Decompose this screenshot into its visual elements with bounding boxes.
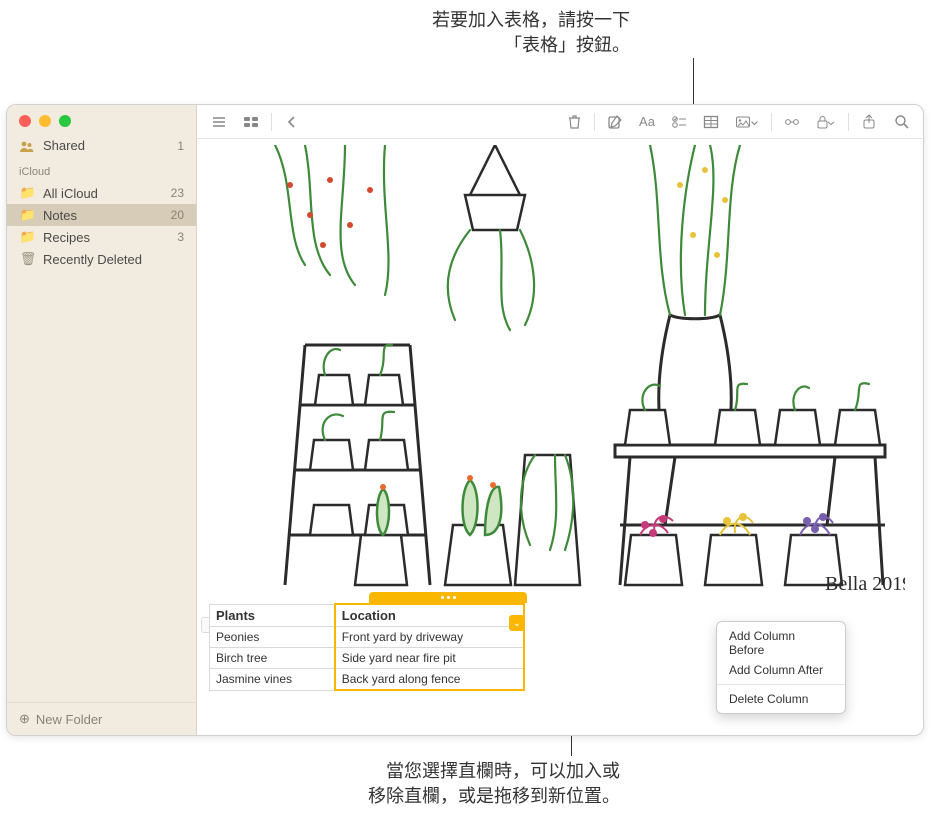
folder-icon: 📁: [19, 229, 37, 245]
toolbar: Aa: [197, 105, 923, 139]
sidebar-item-label: All iCloud: [43, 186, 171, 201]
notes-window: Shared 1 iCloud 📁 All iCloud 23 📁 Notes …: [6, 104, 924, 736]
sidebar-section-header: iCloud: [7, 156, 196, 182]
menu-item-delete-column[interactable]: Delete Column: [717, 689, 845, 709]
svg-text:Bella 2019: Bella 2019: [825, 573, 905, 595]
menu-item-add-column-after[interactable]: Add Column After: [717, 660, 845, 680]
table-cell[interactable]: Peonies: [210, 627, 335, 648]
sidebar-item-label: Shared: [43, 138, 177, 153]
lock-button[interactable]: [810, 110, 842, 134]
delete-button[interactable]: [560, 110, 588, 134]
sidebar-item-label: Notes: [43, 208, 171, 223]
sidebar-item-label: Recently Deleted: [43, 252, 184, 267]
sidebar-item-count: 23: [171, 186, 184, 200]
table-cell[interactable]: Back yard along fence: [335, 669, 524, 691]
table-row: Plants Location: [210, 604, 525, 627]
back-button[interactable]: [278, 110, 306, 134]
minimize-icon[interactable]: [39, 115, 51, 127]
plus-circle-icon: ⊕: [19, 711, 30, 727]
media-button[interactable]: [729, 110, 765, 134]
window-controls: [7, 105, 196, 135]
table-header-cell[interactable]: Location: [335, 604, 524, 627]
table-row: Peonies Front yard by driveway: [210, 627, 525, 648]
checklist-button[interactable]: [665, 110, 693, 134]
trash-icon: 🗑: [19, 251, 37, 267]
callout-line: [693, 58, 694, 104]
folder-icon: 📁: [19, 207, 37, 223]
sidebar-item-count: 3: [177, 230, 184, 244]
sidebar-item-recently-deleted[interactable]: 🗑 Recently Deleted: [7, 248, 196, 270]
sidebar-item-label: Recipes: [43, 230, 177, 245]
callout-top: 若要加入表格，請按一下「表格」按鈕。: [340, 8, 630, 58]
list-view-button[interactable]: [205, 110, 233, 134]
format-button[interactable]: Aa: [633, 110, 661, 134]
note-table[interactable]: Plants Location Peonies Front yard by dr…: [209, 603, 525, 691]
main-content: Aa: [197, 105, 923, 735]
callout-bottom: 當您選擇直欄時，可以加入或移除直欄，或是拖移到新位置。: [150, 759, 620, 809]
gallery-view-button[interactable]: [237, 110, 265, 134]
table-cell[interactable]: Birch tree: [210, 648, 335, 669]
folder-icon: 📁: [19, 185, 37, 201]
sidebar-item-notes[interactable]: 📁 Notes 20: [7, 204, 196, 226]
table-cell[interactable]: Jasmine vines: [210, 669, 335, 691]
table-button[interactable]: [697, 110, 725, 134]
column-handle[interactable]: [369, 592, 527, 603]
sidebar-item-recipes[interactable]: 📁 Recipes 3: [7, 226, 196, 248]
sidebar-item-all-icloud[interactable]: 📁 All iCloud 23: [7, 182, 196, 204]
menu-item-add-column-before[interactable]: Add Column Before: [717, 626, 845, 660]
row-handle[interactable]: [201, 617, 209, 633]
new-folder-label: New Folder: [36, 712, 102, 727]
sidebar-item-count: 1: [177, 139, 184, 153]
new-note-button[interactable]: [601, 110, 629, 134]
link-button[interactable]: [778, 110, 806, 134]
new-folder-button[interactable]: ⊕ New Folder: [7, 702, 196, 735]
column-menu-chevron-icon[interactable]: ⌄: [509, 615, 525, 631]
table-row: Jasmine vines Back yard along fence: [210, 669, 525, 691]
close-icon[interactable]: [19, 115, 31, 127]
sidebar-item-shared[interactable]: Shared 1: [7, 135, 196, 156]
table-header-cell[interactable]: Plants: [210, 604, 335, 627]
plants-drawing: Bella 2019: [215, 145, 905, 595]
note-table-wrap: ⌄ Plants Location Peonies Front yard by …: [209, 603, 719, 691]
table-cell[interactable]: Front yard by driveway: [335, 627, 524, 648]
shared-folder-icon: [19, 139, 37, 153]
share-button[interactable]: [855, 110, 883, 134]
search-button[interactable]: [887, 110, 915, 134]
zoom-icon[interactable]: [59, 115, 71, 127]
column-context-menu: Add Column Before Add Column After Delet…: [716, 621, 846, 714]
table-row: Birch tree Side yard near fire pit: [210, 648, 525, 669]
menu-separator: [717, 684, 845, 685]
sidebar: Shared 1 iCloud 📁 All iCloud 23 📁 Notes …: [7, 105, 197, 735]
table-cell[interactable]: Side yard near fire pit: [335, 648, 524, 669]
sidebar-item-count: 20: [171, 208, 184, 222]
